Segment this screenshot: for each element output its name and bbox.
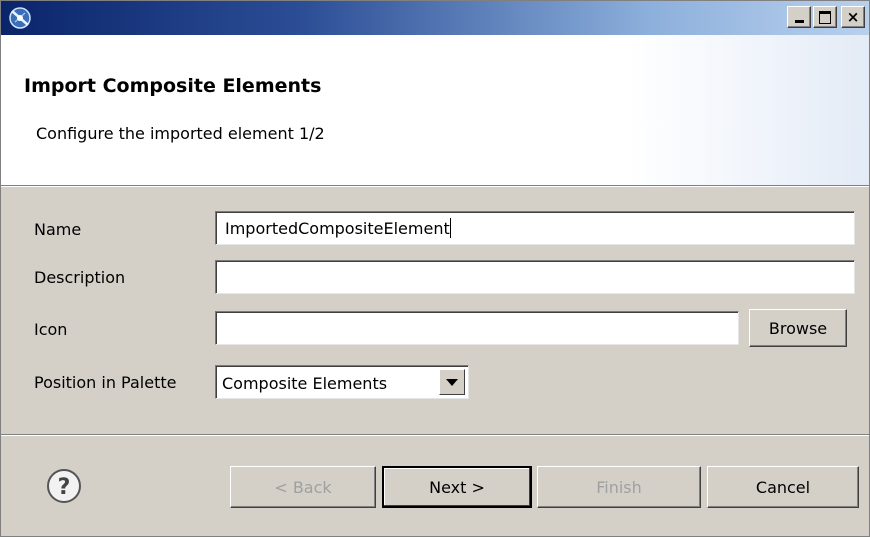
close-button[interactable]: × <box>841 6 865 28</box>
title-bar[interactable]: × <box>1 1 869 35</box>
page-description: Configure the imported element 1/2 <box>36 124 325 143</box>
icon-label: Icon <box>34 320 68 339</box>
next-button[interactable]: Next > <box>382 466 532 508</box>
window-controls: × <box>787 6 865 28</box>
maximize-icon <box>819 10 831 24</box>
maximize-button[interactable] <box>813 6 837 28</box>
banner-divider <box>1 185 869 187</box>
name-field-value: ImportedCompositeElement <box>225 219 450 238</box>
position-in-palette-label: Position in Palette <box>34 373 177 392</box>
description-field[interactable] <box>215 260 855 294</box>
import-dialog: × Import Composite Elements Configure th… <box>0 0 870 537</box>
help-icon[interactable]: ? <box>45 467 83 505</box>
name-label: Name <box>34 220 82 239</box>
page-title: Import Composite Elements <box>24 75 322 97</box>
browse-button[interactable]: Browse <box>749 309 847 347</box>
dropdown-button[interactable] <box>439 369 465 395</box>
minimize-button[interactable] <box>787 6 811 28</box>
close-icon: × <box>846 7 860 26</box>
position-selected-value: Composite Elements <box>222 374 388 393</box>
cancel-button[interactable]: Cancel <box>707 466 859 508</box>
minimize-icon <box>794 20 804 23</box>
footer-divider <box>1 434 869 436</box>
name-field[interactable]: ImportedCompositeElement <box>215 211 855 245</box>
back-button[interactable]: < Back <box>230 466 376 508</box>
svg-text:?: ? <box>58 475 71 500</box>
position-in-palette-select[interactable]: Composite Elements <box>215 365 469 399</box>
finish-button[interactable]: Finish <box>537 466 701 508</box>
text-caret <box>449 218 451 238</box>
chevron-down-icon <box>446 378 458 386</box>
icon-path-field[interactable] <box>215 311 739 345</box>
app-icon <box>9 7 31 29</box>
description-label: Description <box>34 268 126 287</box>
wizard-banner: Import Composite Elements Configure the … <box>1 35 869 185</box>
